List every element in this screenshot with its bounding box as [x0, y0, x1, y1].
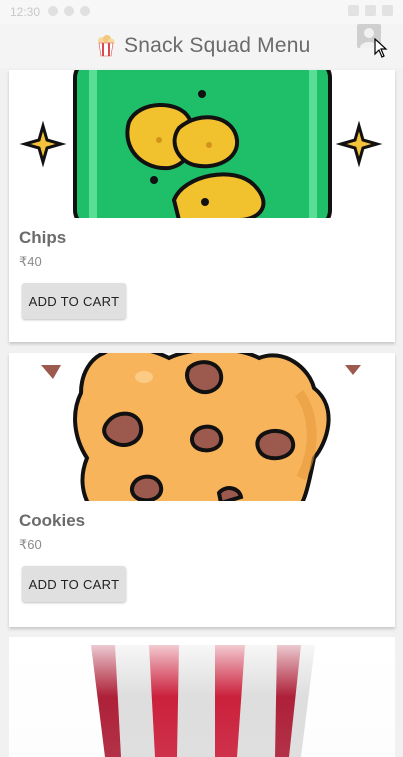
app-title: Snack Squad Menu	[124, 34, 311, 57]
product-card-chips: Chips ₹40 ADD TO CART	[9, 70, 395, 342]
notification-icon	[80, 6, 90, 16]
add-to-cart-button[interactable]: ADD TO CART	[22, 566, 126, 602]
signal-icon	[365, 5, 376, 16]
app-title-group: Snack Squad Menu	[96, 24, 311, 68]
product-card-popcorn	[9, 637, 395, 757]
status-bar: 12:30	[0, 0, 403, 24]
popcorn-icon	[98, 35, 115, 57]
status-time: 12:30	[10, 5, 41, 19]
mouse-pointer-icon	[374, 38, 388, 58]
chips-image	[9, 70, 395, 218]
product-name: Cookies	[19, 511, 86, 530]
notification-icon	[48, 6, 58, 16]
cookie-image	[9, 353, 395, 501]
add-to-cart-button[interactable]: ADD TO CART	[22, 283, 126, 319]
product-price: ₹40	[19, 254, 42, 269]
product-price: ₹60	[19, 537, 42, 552]
battery-icon	[382, 5, 393, 16]
app-bar: Snack Squad Menu	[0, 24, 403, 68]
wifi-icon	[348, 5, 359, 16]
product-name: Chips	[19, 228, 67, 247]
notification-icon	[64, 6, 74, 16]
popcorn-bucket-image	[9, 637, 395, 757]
status-indicators	[348, 5, 393, 16]
product-card-cookies: Cookies ₹60 ADD TO CART	[9, 353, 395, 627]
